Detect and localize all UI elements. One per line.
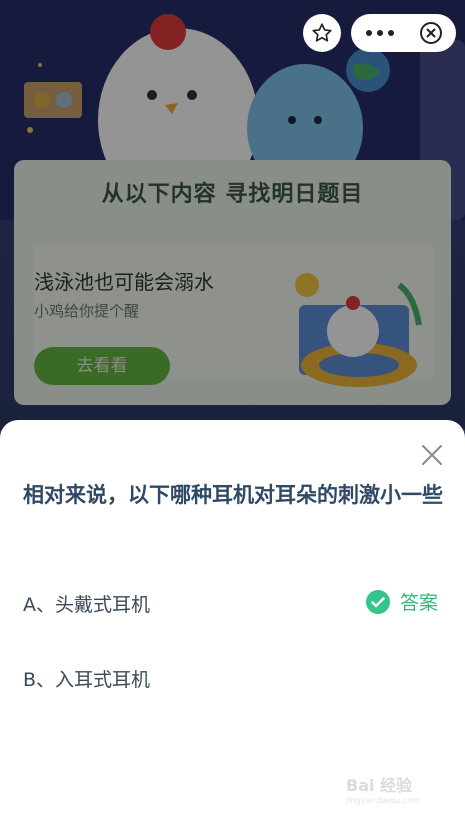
option-a[interactable]: A、头戴式耳机 [23,590,150,617]
backdrop-overlay[interactable] [0,0,465,430]
capsule-menu [351,14,456,52]
option-b[interactable]: B、入耳式耳机 [23,665,150,692]
more-dots-icon[interactable] [365,29,395,37]
check-circle-icon [366,589,390,614]
answer-label: 答案 [400,592,439,614]
circle-close-icon[interactable] [419,21,443,45]
close-icon[interactable] [417,440,447,470]
question-text: 相对来说，以下哪种耳机对耳朵的刺激小一些 [23,483,443,507]
question-sheet: 相对来说，以下哪种耳机对耳朵的刺激小一些 A、头戴式耳机 答案 B、入耳式耳机 … [0,420,465,817]
baidu-jingyan-watermark: Bai 经验 jingyan.baidu.com [346,776,420,805]
star-outline-icon [312,23,332,42]
answer-badge: 答案 [366,588,438,615]
quiz-banner: 从以下内容 寻找明日题目 浅泳池也可能会溺水 小鸡给你提个醒 去看看 [0,0,465,430]
favorite-button[interactable] [303,14,341,52]
